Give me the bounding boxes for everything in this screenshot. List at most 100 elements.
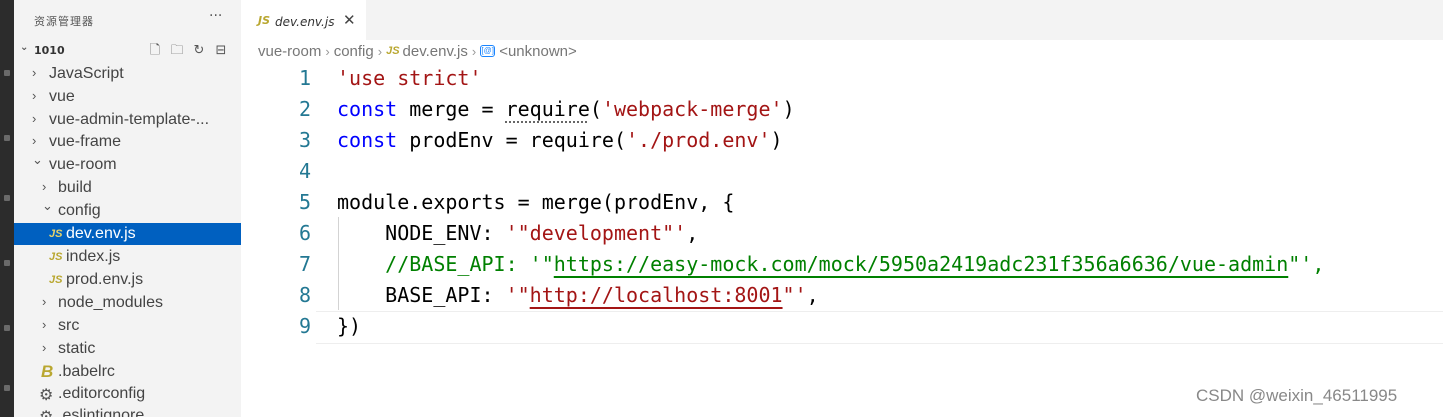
- tree-item-label: vue: [49, 88, 75, 105]
- tree-item-label: .babelrc: [58, 363, 115, 380]
- tree-folder-node-modules[interactable]: › node_modules: [14, 292, 241, 314]
- chevron-right-icon: ›: [42, 340, 47, 355]
- line-text: const merge = require('webpack-merge'): [337, 97, 795, 121]
- code-line: 4: [241, 155, 1443, 186]
- breadcrumb-item[interactable]: vue-room: [258, 43, 321, 60]
- breadcrumb-item[interactable]: dev.env.js: [403, 43, 468, 60]
- tree-file-editorconfig[interactable]: ⚙ .editorconfig: [14, 383, 241, 405]
- editor-pane: JS dev.env.js ✕ vue-room › config › JS dev.en…: [241, 0, 1443, 417]
- activity-icon[interactable]: [4, 260, 10, 266]
- chevron-down-icon: ⌄: [20, 42, 29, 53]
- tree-folder-vue[interactable]: › vue: [14, 86, 241, 108]
- chevron-right-icon: ›: [42, 294, 47, 309]
- code-line: 3 const prodEnv = require('./prod.env'): [241, 124, 1443, 155]
- line-number: 4: [298, 159, 311, 183]
- gear-icon: ⚙: [39, 387, 54, 404]
- activity-icon[interactable]: [4, 195, 10, 201]
- activity-bar: [0, 0, 14, 417]
- tree-file-index-js[interactable]: JS index.js: [14, 246, 241, 268]
- tree-folder-build[interactable]: › build: [14, 177, 241, 199]
- line-number: 6: [298, 221, 311, 245]
- chevron-right-icon: ›: [32, 65, 37, 80]
- workspace-folder[interactable]: ⌄ 1010 🗋 🗀 ↻ ⊟: [14, 40, 241, 60]
- tree-item-label: src: [58, 317, 80, 334]
- tree-folder-config[interactable]: ⌄ config: [14, 198, 241, 222]
- tree-item-label: config: [58, 202, 101, 219]
- gear-icon: ⚙: [39, 407, 53, 417]
- tree-file-eslintignore[interactable]: ⚙ .eslintignore: [14, 405, 241, 417]
- comment-text: //BASE_API: '"https://easy-mock.com/mock…: [337, 252, 1324, 276]
- code-line: 1 'use strict': [241, 62, 1443, 93]
- tree-file-babelrc[interactable]: B .babelrc: [14, 361, 241, 383]
- breadcrumb-item[interactable]: config: [334, 43, 374, 60]
- new-file-icon[interactable]: 🗋: [144, 41, 166, 59]
- js-file-icon: JS: [258, 14, 271, 27]
- activity-icon[interactable]: [4, 385, 10, 391]
- tree-folder-static[interactable]: › static: [14, 338, 241, 360]
- line-number: 8: [298, 283, 311, 307]
- new-folder-icon[interactable]: 🗀: [166, 41, 188, 59]
- breadcrumb: vue-room › config › JS dev.env.js › [@] <unknown…: [258, 42, 577, 62]
- tree-item-label: .editorconfig: [58, 385, 146, 402]
- chevron-right-icon: ›: [42, 317, 47, 332]
- line-number: 2: [298, 97, 311, 121]
- tree-folder-vue-admin-template[interactable]: › vue-admin-template-...: [14, 109, 241, 131]
- tree-folder-vue-frame[interactable]: › vue-frame: [14, 131, 241, 153]
- code-token: ,: [806, 283, 819, 307]
- breadcrumb-separator: ›: [325, 43, 330, 59]
- code-line: 6 NODE_ENV: '"development"',: [241, 217, 1443, 248]
- explorer-header: 资源管理器 ···: [14, 0, 241, 40]
- tree-folder-vue-room[interactable]: ⌄ vue-room: [14, 152, 241, 176]
- js-file-icon: JS: [49, 251, 63, 263]
- more-actions-icon[interactable]: ···: [209, 8, 222, 24]
- line-number: 1: [298, 66, 311, 90]
- comment-token: //BASE_API: '": [337, 252, 554, 276]
- string-token: './prod.env': [626, 128, 771, 152]
- chevron-down-icon: ⌄: [42, 198, 53, 213]
- line-text: NODE_ENV: '"development"',: [337, 221, 698, 245]
- tree-file-dev-env-js[interactable]: JS dev.env.js: [14, 223, 241, 245]
- explorer-sidebar: 资源管理器 ··· ⌄ 1010 🗋 🗀 ↻ ⊟ › JavaScript › vue…: [14, 0, 241, 417]
- string-link[interactable]: http://localhost:8001: [530, 283, 783, 307]
- chevron-right-icon: ›: [32, 111, 37, 126]
- collapse-all-icon[interactable]: ⊟: [210, 43, 232, 61]
- breadcrumb-separator: ›: [471, 43, 477, 59]
- line-text: 'use strict': [337, 66, 482, 90]
- chevron-right-icon: ›: [32, 133, 37, 148]
- tree-file-prod-env-js[interactable]: JS prod.env.js: [14, 269, 241, 291]
- tree-folder-src[interactable]: › src: [14, 315, 241, 337]
- string-token: 'use strict': [337, 66, 482, 90]
- watermark: CSDN @weixin_46511995: [1196, 386, 1398, 405]
- tree-folder-javascript[interactable]: › JavaScript: [14, 63, 241, 85]
- code-line: 5 module.exports = merge(prodEnv, {: [241, 186, 1443, 217]
- tab-dev-env-js[interactable]: JS dev.env.js ✕: [241, 0, 366, 41]
- code-token: prodEnv = require(: [397, 128, 626, 152]
- code-token: NODE_ENV:: [337, 221, 506, 245]
- refresh-icon[interactable]: ↻: [188, 43, 210, 61]
- string-token: "': [782, 283, 807, 307]
- tree-item-label: node_modules: [58, 294, 163, 311]
- close-icon[interactable]: ✕: [343, 11, 356, 29]
- keyword-token: const: [337, 128, 398, 152]
- line-number: 5: [298, 190, 311, 214]
- activity-icon[interactable]: [4, 70, 10, 76]
- string-token: 'webpack-merge': [601, 97, 783, 121]
- tree-item-label: build: [58, 179, 92, 196]
- line-text: }): [337, 314, 362, 338]
- breadcrumb-separator: ›: [377, 43, 383, 59]
- string-token: '": [505, 283, 530, 307]
- comment-link[interactable]: https://easy-mock.com/mock/5950a2419adc2…: [554, 252, 1289, 276]
- line-text: module.exports = merge(prodEnv, {: [337, 190, 735, 214]
- activity-icon[interactable]: [4, 325, 10, 331]
- tree-item-label: prod.env.js: [66, 271, 144, 288]
- chevron-down-icon: ⌄: [32, 152, 43, 167]
- code-line: 7 //BASE_API: '"https://easy-mock.com/mo…: [241, 248, 1443, 279]
- code-token: (: [589, 97, 602, 121]
- chevron-right-icon: ›: [32, 88, 37, 103]
- tree-item-label: dev.env.js: [66, 225, 136, 242]
- tab-bar: JS dev.env.js ✕: [241, 0, 1443, 41]
- code-line: 8 BASE_API: '"http://localhost:8001"',: [241, 279, 1443, 310]
- code-line: 9 }): [241, 310, 1443, 341]
- breadcrumb-item[interactable]: <unknown>: [499, 43, 577, 60]
- activity-icon[interactable]: [4, 135, 10, 141]
